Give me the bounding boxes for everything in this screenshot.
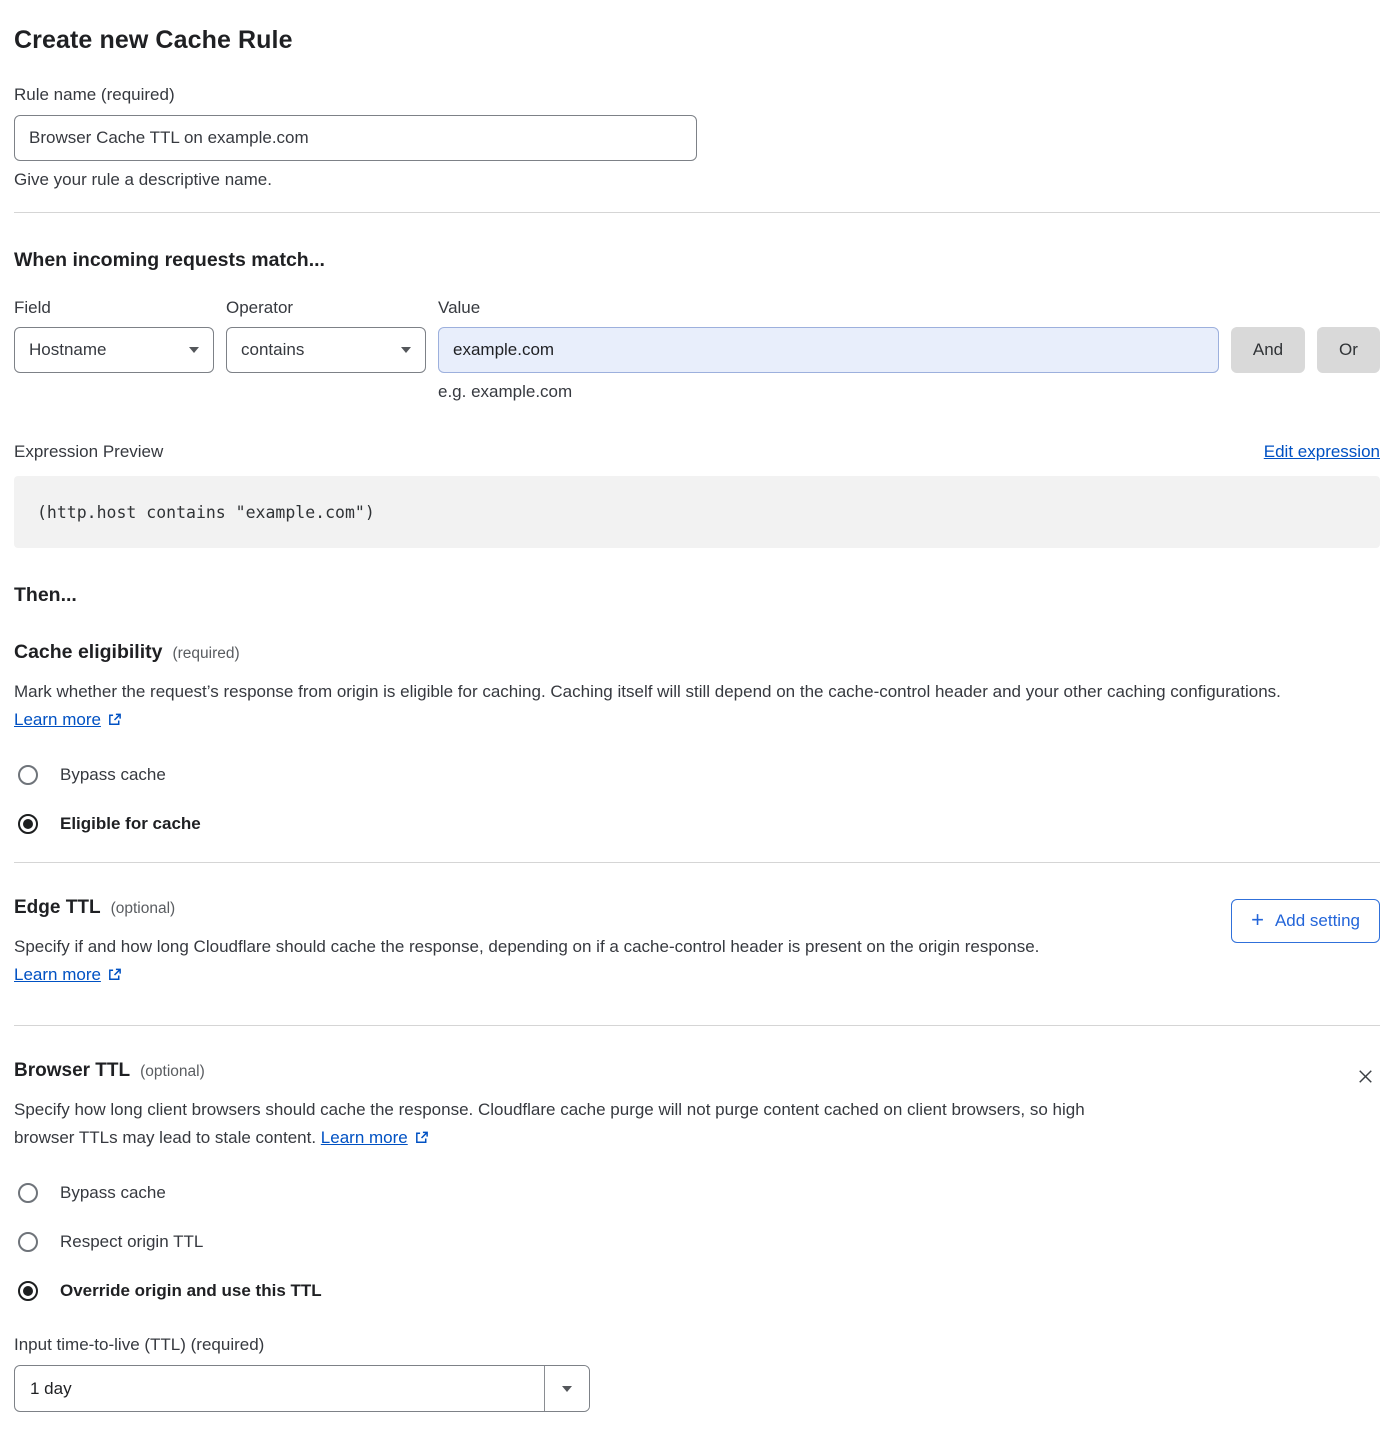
browser-ttl-heading: Browser TTL (optional) <box>14 1060 1351 1082</box>
ttl-select[interactable]: 1 day <box>14 1365 590 1412</box>
edge-ttl-description: Specify if and how long Cloudflare shoul… <box>14 933 1104 991</box>
radio-option-bypass-cache-browser[interactable]: Bypass cache <box>14 1183 1380 1203</box>
edge-ttl-section: Edge TTL (optional) Specify if and how l… <box>14 897 1380 991</box>
add-setting-button[interactable]: + Add setting <box>1231 899 1380 943</box>
radio-label: Bypass cache <box>60 1183 166 1203</box>
radio-icon-checked[interactable] <box>18 1281 38 1301</box>
create-cache-rule-form: Create new Cache Rule Rule name (require… <box>0 0 1400 1436</box>
operator-label: Operator <box>226 298 426 318</box>
plus-icon: + <box>1251 909 1264 931</box>
edit-expression-link[interactable]: Edit expression <box>1264 442 1380 462</box>
rule-name-label: Rule name (required) <box>14 85 1380 105</box>
edge-ttl-title: Edge TTL <box>14 897 101 919</box>
browser-ttl-section: Browser TTL (optional) Specify how long … <box>14 1060 1380 1154</box>
or-button[interactable]: Or <box>1317 327 1380 373</box>
required-badge: (required) <box>172 645 239 663</box>
expression-code-block: (http.host contains "example.com") <box>14 476 1380 548</box>
field-select[interactable]: Hostname <box>14 327 214 373</box>
field-select-value: Hostname <box>29 340 106 360</box>
radio-icon[interactable] <box>18 1183 38 1203</box>
radio-option-eligible-for-cache[interactable]: Eligible for cache <box>14 814 1380 834</box>
chevron-down-icon <box>401 347 411 353</box>
learn-more-link[interactable]: Learn more <box>14 710 122 729</box>
expression-code: (http.host contains "example.com") <box>37 503 375 522</box>
rule-name-help: Give your rule a descriptive name. <box>14 170 1380 190</box>
radio-label: Eligible for cache <box>60 814 201 834</box>
chevron-down-icon <box>562 1386 572 1392</box>
value-input[interactable] <box>438 327 1219 373</box>
ttl-input-label: Input time-to-live (TTL) (required) <box>14 1335 1380 1355</box>
chevron-down-icon <box>189 347 199 353</box>
operator-select-value: contains <box>241 340 304 360</box>
match-condition-row: Field Operator Value Hostname contains A… <box>14 298 1380 373</box>
cache-eligibility-description: Mark whether the request’s response from… <box>14 678 1380 736</box>
page-title: Create new Cache Rule <box>14 26 1380 55</box>
radio-icon[interactable] <box>18 765 38 785</box>
ttl-select-value: 1 day <box>15 1366 544 1411</box>
external-link-icon <box>414 1126 429 1154</box>
browser-ttl-description: Specify how long client browsers should … <box>14 1096 1092 1154</box>
close-icon <box>1355 1075 1376 1090</box>
external-link-icon <box>107 708 122 736</box>
browser-ttl-title: Browser TTL <box>14 1060 130 1082</box>
radio-option-respect-origin-ttl[interactable]: Respect origin TTL <box>14 1232 1380 1252</box>
value-label: Value <box>438 298 1219 318</box>
external-link-icon <box>107 963 122 991</box>
divider <box>14 212 1380 213</box>
field-label: Field <box>14 298 214 318</box>
radio-label: Override origin and use this TTL <box>60 1281 322 1301</box>
edge-ttl-heading: Edge TTL (optional) <box>14 897 1231 919</box>
radio-option-override-origin-ttl[interactable]: Override origin and use this TTL <box>14 1281 1380 1301</box>
cache-eligibility-title: Cache eligibility <box>14 641 162 664</box>
radio-label: Respect origin TTL <box>60 1232 203 1252</box>
operator-select[interactable]: contains <box>226 327 426 373</box>
divider <box>14 1025 1380 1026</box>
and-button[interactable]: And <box>1231 327 1305 373</box>
learn-more-link[interactable]: Learn more <box>14 965 122 984</box>
value-help: e.g. example.com <box>438 382 1380 402</box>
optional-badge: (optional) <box>111 900 176 918</box>
radio-label: Bypass cache <box>60 765 166 785</box>
cache-eligibility-heading: Cache eligibility (required) <box>14 641 1380 664</box>
radio-option-bypass-cache[interactable]: Bypass cache <box>14 765 1380 785</box>
expression-preview-label: Expression Preview <box>14 442 163 462</box>
rule-name-input[interactable] <box>14 115 697 161</box>
expression-preview-row: Expression Preview Edit expression <box>14 442 1380 462</box>
learn-more-link[interactable]: Learn more <box>321 1128 429 1147</box>
match-section-heading: When incoming requests match... <box>14 249 1380 272</box>
optional-badge: (optional) <box>140 1063 205 1081</box>
radio-icon-checked[interactable] <box>18 814 38 834</box>
radio-icon[interactable] <box>18 1232 38 1252</box>
divider <box>14 862 1380 863</box>
then-heading: Then... <box>14 584 1380 607</box>
remove-browser-ttl-button[interactable] <box>1351 1062 1380 1094</box>
ttl-select-caret-segment[interactable] <box>544 1366 589 1411</box>
